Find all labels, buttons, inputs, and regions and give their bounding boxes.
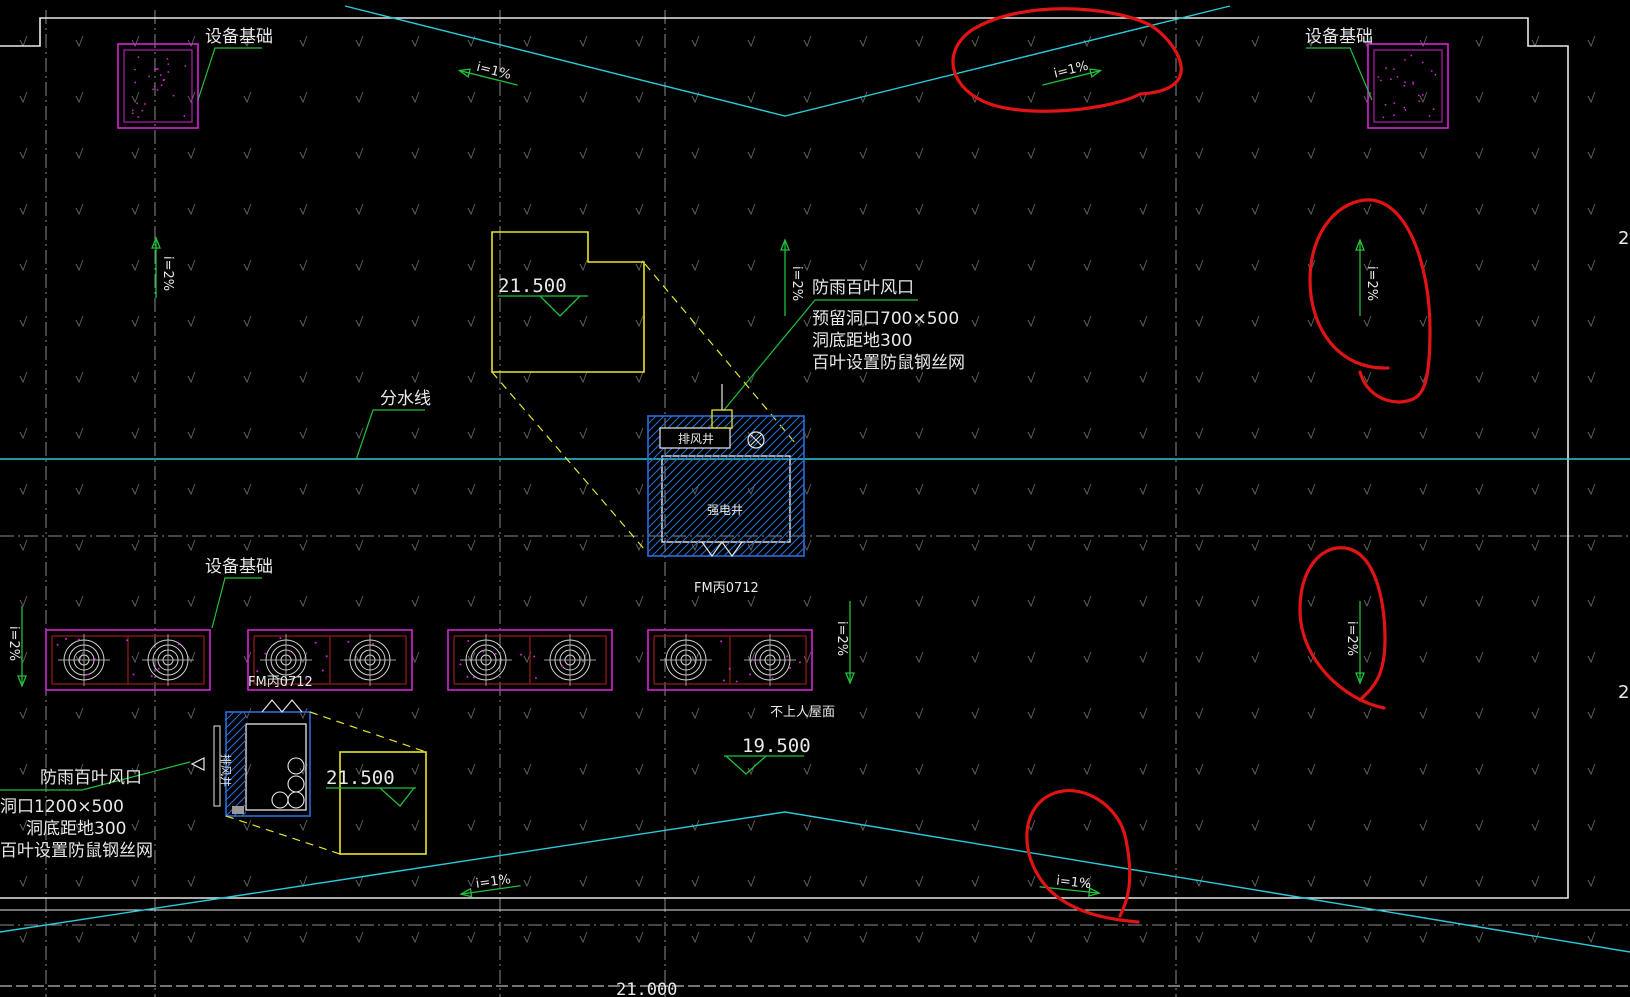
label-exhaust-shaft-lower: 排风井 <box>219 754 233 787</box>
slope-label: i=2% <box>160 256 175 291</box>
label-equipment-base-fans: 设备基础 <box>205 557 273 577</box>
label-reserved-opening-700: 预留洞口700×500 <box>812 309 959 329</box>
edge-char-lower: 2 <box>1618 682 1629 703</box>
edge-char-upper: 2 <box>1618 228 1629 249</box>
elevation-21500-upper: 21.500 <box>498 275 567 297</box>
label-exhaust-shaft: 排风井 <box>678 432 714 446</box>
slope-label: i=2% <box>1364 266 1379 301</box>
slope-label: i=2% <box>6 626 21 661</box>
label-non-accessible-roof: 不上人屋面 <box>770 705 835 720</box>
label-sill-height-lower: 洞底距地300 <box>26 819 126 839</box>
label-louver-mesh-lower: 百叶设置防鼠钢丝网 <box>0 841 153 861</box>
slope-label: i=2% <box>789 266 804 301</box>
elevation-19500: 19.500 <box>742 735 811 757</box>
label-equipment-base-top-right: 设备基础 <box>1305 27 1373 47</box>
label-rain-louver-upper: 防雨百叶风口 <box>812 278 914 298</box>
label-opening-1200: 洞口1200×500 <box>0 797 124 817</box>
label-rain-louver-lower: 防雨百叶风口 <box>40 768 142 788</box>
elevation-21500-lower: 21.500 <box>326 767 395 789</box>
label-electrical-shaft: 强电井 <box>707 503 743 517</box>
label-equipment-base-top-left: 设备基础 <box>205 27 273 47</box>
label-watershed-line: 分水线 <box>380 389 431 409</box>
label-door-code-center: FM丙0712 <box>694 581 759 596</box>
label-louver-mesh-upper: 百叶设置防鼠钢丝网 <box>812 353 965 373</box>
label-door-code-left: FM丙0712 <box>248 675 313 690</box>
dimension-21000: 21.000 <box>616 980 677 997</box>
cad-drawing-canvas[interactable]: 设备基础 设备基础 设备基础 分水线 防雨百叶风口 预留洞口700×500 洞底… <box>0 0 1630 997</box>
label-sill-height-upper: 洞底距地300 <box>812 331 912 351</box>
slope-label: i=2% <box>1344 621 1359 656</box>
slope-label: i=2% <box>834 621 849 656</box>
